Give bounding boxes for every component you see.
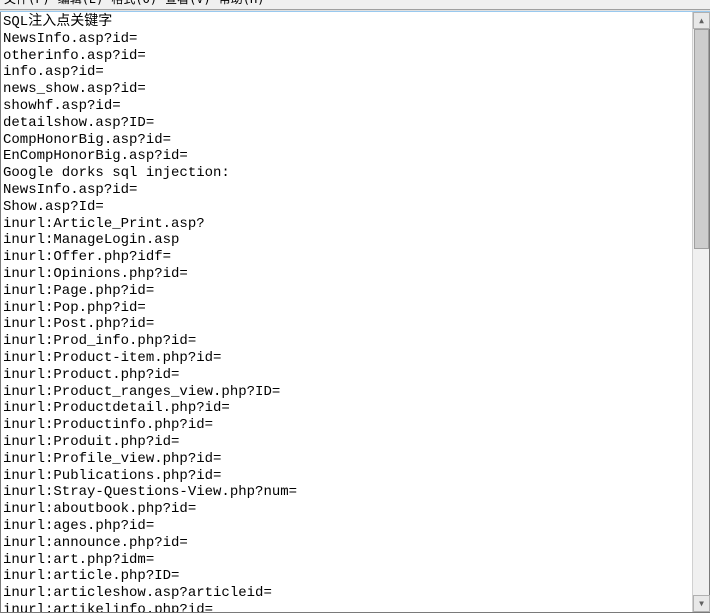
editor-line: inurl:Post.php?id= <box>3 316 690 333</box>
scroll-down-button[interactable]: ▼ <box>693 595 710 612</box>
editor-line: inurl:ManageLogin.asp <box>3 232 690 249</box>
menubar: 文件(F) 编辑(E) 格式(O) 查看(V) 帮助(H) <box>0 0 710 10</box>
editor-line: CompHonorBig.asp?id= <box>3 132 690 149</box>
editor-line: inurl:artikelinfo.php?id= <box>3 602 690 612</box>
editor-line: NewsInfo.asp?id= <box>3 31 690 48</box>
text-editor[interactable]: SQL注入点关键字NewsInfo.asp?id=otherinfo.asp?i… <box>1 12 692 612</box>
editor-line: Show.asp?Id= <box>3 199 690 216</box>
editor-line: Google dorks sql injection: <box>3 165 690 182</box>
editor-line: inurl:Publications.php?id= <box>3 468 690 485</box>
editor-line: inurl:articleshow.asp?articleid= <box>3 585 690 602</box>
menu-file[interactable]: 文件(F) <box>4 0 50 4</box>
editor-line: inurl:Opinions.php?id= <box>3 266 690 283</box>
editor-line: inurl:Produit.php?id= <box>3 434 690 451</box>
editor-line: inurl:art.php?idm= <box>3 552 690 569</box>
editor-line: inurl:announce.php?id= <box>3 535 690 552</box>
editor-line: inurl:Prod_info.php?id= <box>3 333 690 350</box>
editor-frame: SQL注入点关键字NewsInfo.asp?id=otherinfo.asp?i… <box>0 12 710 613</box>
editor-line: inurl:Page.php?id= <box>3 283 690 300</box>
editor-line: inurl:Offer.php?idf= <box>3 249 690 266</box>
editor-line: inurl:Product-item.php?id= <box>3 350 690 367</box>
editor-line: NewsInfo.asp?id= <box>3 182 690 199</box>
editor-line: inurl:Productinfo.php?id= <box>3 417 690 434</box>
editor-line: inurl:Pop.php?id= <box>3 300 690 317</box>
editor-line: detailshow.asp?ID= <box>3 115 690 132</box>
editor-line: EnCompHonorBig.asp?id= <box>3 148 690 165</box>
editor-line: inurl:Product_ranges_view.php?ID= <box>3 384 690 401</box>
menu-help[interactable]: 帮助(H) <box>219 0 265 4</box>
editor-line: SQL注入点关键字 <box>3 14 690 31</box>
menu-edit[interactable]: 编辑(E) <box>58 0 104 4</box>
editor-line: inurl:aboutbook.php?id= <box>3 501 690 518</box>
vertical-scrollbar[interactable]: ▲ ▼ <box>692 12 709 612</box>
editor-line: news_show.asp?id= <box>3 81 690 98</box>
editor-line: inurl:Profile_view.php?id= <box>3 451 690 468</box>
editor-line: info.asp?id= <box>3 64 690 81</box>
editor-line: inurl:Product.php?id= <box>3 367 690 384</box>
editor-line: inurl:Article_Print.asp? <box>3 216 690 233</box>
menu-format[interactable]: 格式(O) <box>111 0 157 4</box>
editor-line: inurl:article.php?ID= <box>3 568 690 585</box>
menu-view[interactable]: 查看(V) <box>165 0 211 4</box>
editor-line: inurl:ages.php?id= <box>3 518 690 535</box>
editor-line: showhf.asp?id= <box>3 98 690 115</box>
editor-line: otherinfo.asp?id= <box>3 48 690 65</box>
editor-line: inurl:Stray-Questions-View.php?num= <box>3 484 690 501</box>
editor-line: inurl:Productdetail.php?id= <box>3 400 690 417</box>
scroll-thumb[interactable] <box>694 29 709 249</box>
scroll-up-button[interactable]: ▲ <box>693 12 710 29</box>
